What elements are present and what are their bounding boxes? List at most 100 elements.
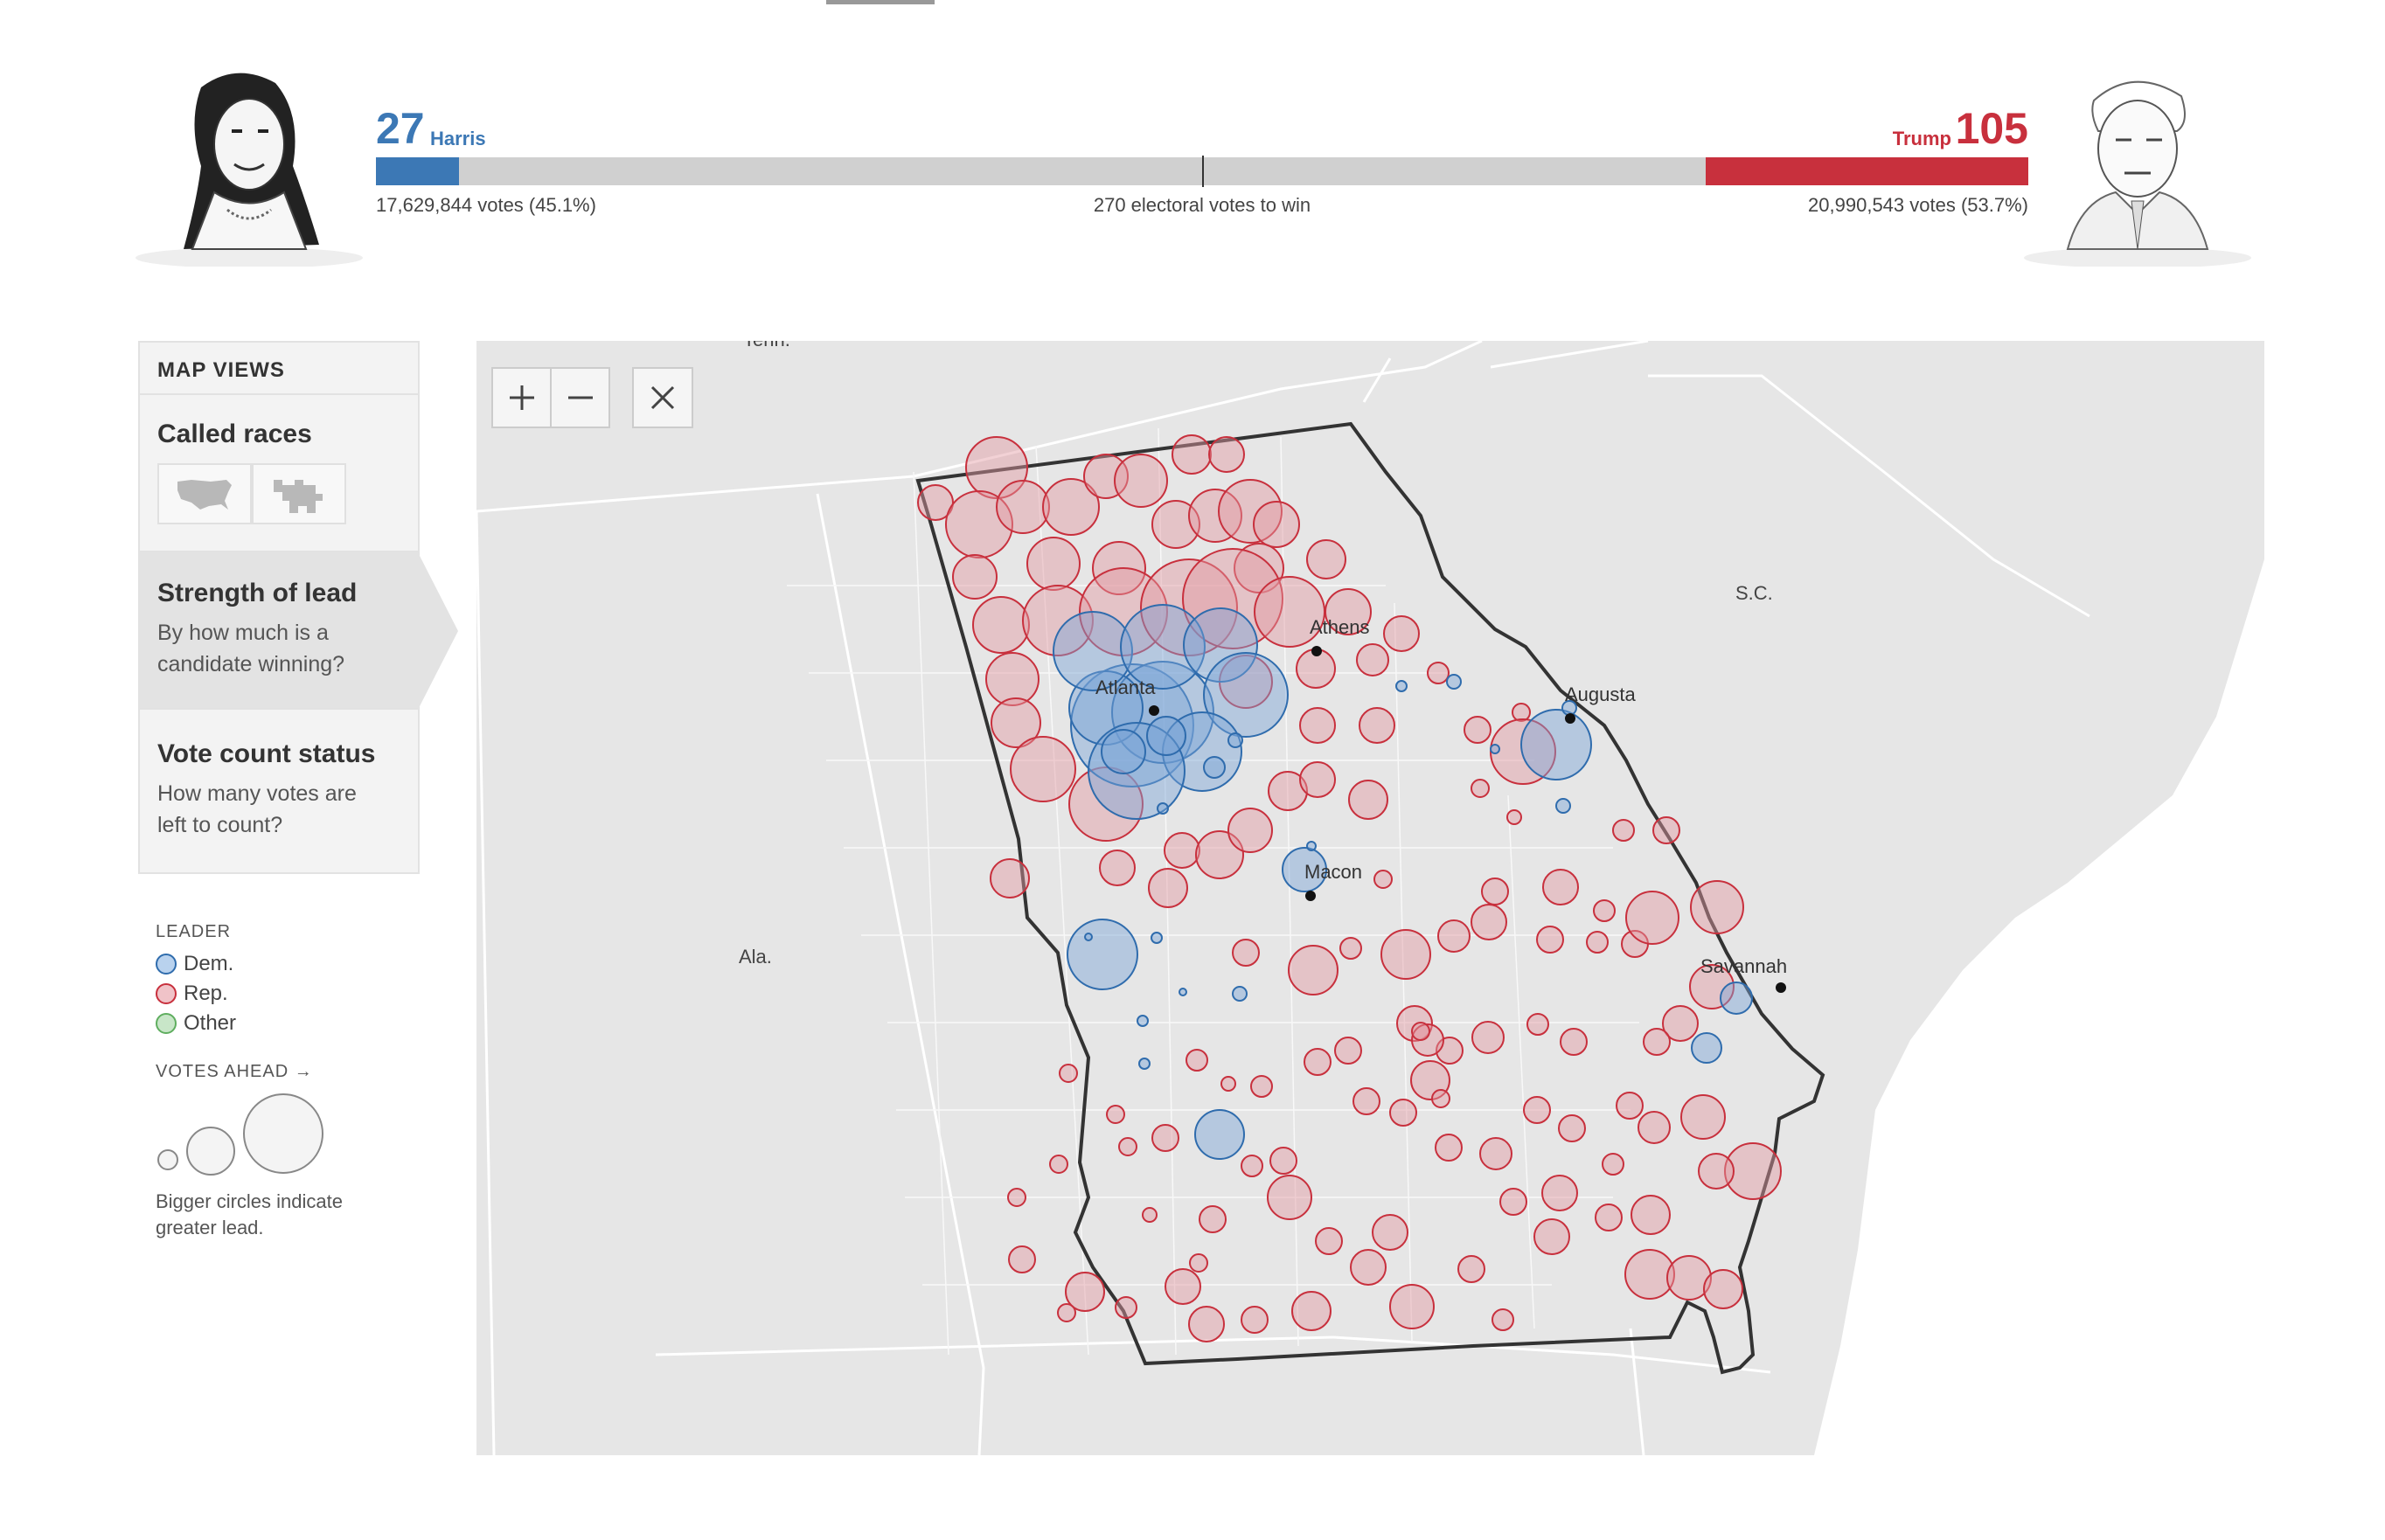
rep-lead-circle <box>985 652 1040 706</box>
dem-lead-circle <box>1101 729 1146 774</box>
rep-lead-circle <box>1010 736 1076 802</box>
legend-label: Other <box>184 1011 237 1035</box>
dem-lead-circle <box>1067 919 1138 990</box>
rep-lead-circle <box>1267 1175 1312 1220</box>
rep-lead-circle <box>1471 1021 1505 1054</box>
rep-lead-circle <box>1269 1147 1297 1175</box>
map-views-panel: MAP VIEWS Called races Strength of lead … <box>138 341 458 874</box>
rep-lead-circle <box>1389 1284 1435 1329</box>
votes-ahead-heading: VOTES AHEAD → <box>156 1062 313 1081</box>
reset-view-button[interactable] <box>632 367 693 428</box>
zoom-out-button[interactable] <box>552 369 608 427</box>
rep-lead-circle <box>1612 819 1635 842</box>
rep-lead-circle <box>1164 832 1200 869</box>
rep-lead-circle <box>1431 1089 1450 1108</box>
rep-lead-circle <box>1253 501 1300 548</box>
dem-lead-circle <box>1555 798 1571 814</box>
rep-lead-circle <box>1533 1218 1570 1255</box>
rep-lead-circle <box>1315 1227 1343 1255</box>
view-called-races[interactable]: Called races <box>140 395 418 552</box>
rep-lead-circle <box>1142 1207 1158 1223</box>
rep-lead-circle <box>1099 850 1136 886</box>
dem-lead-circle <box>1137 1015 1149 1027</box>
view-title: Strength of lead <box>157 579 358 607</box>
trump-name: Trump <box>1892 128 1951 149</box>
minus-icon <box>567 396 593 399</box>
view-vote-count-status[interactable]: Vote count status How many votes are lef… <box>140 710 418 867</box>
view-description: By how much is a candidate winning? <box>157 621 345 676</box>
rep-lead-circle <box>1457 1255 1485 1283</box>
rep-lead-circle <box>1114 454 1168 508</box>
rep-lead-circle <box>1232 939 1260 967</box>
rep-lead-circle <box>1616 1092 1644 1120</box>
legend-note: Bigger circles indicate greater lead. <box>156 1190 343 1238</box>
dem-lead-circle <box>1194 1109 1245 1160</box>
dem-lead-circle <box>1232 986 1248 1002</box>
trump-electoral-votes: 105 <box>1955 104 2028 153</box>
rep-lead-circle <box>1172 434 1212 475</box>
harris-ev-fill <box>376 157 459 185</box>
rep-lead-circle <box>1435 1134 1463 1162</box>
rep-lead-circle <box>1299 761 1336 798</box>
rep-lead-circle <box>1542 869 1579 905</box>
rep-lead-circle <box>1241 1306 1269 1334</box>
view-title: Called races <box>157 420 312 448</box>
dem-lead-circle <box>1146 716 1186 756</box>
harris-portrait <box>131 61 367 268</box>
rep-lead-circle <box>1118 1137 1137 1156</box>
rep-lead-circle <box>1652 816 1680 844</box>
rep-lead-circle <box>1541 1175 1578 1211</box>
rep-lead-circle <box>1631 1195 1671 1235</box>
map-views-heading: MAP VIEWS <box>140 343 418 395</box>
view-title: Vote count status <box>157 739 376 768</box>
rep-lead-circle <box>1586 931 1609 954</box>
georgia-map[interactable]: Athens Atlanta Augusta Macon Savannah Te… <box>475 329 2264 1456</box>
rep-lead-circle <box>1380 929 1431 980</box>
us-map-icon[interactable] <box>157 463 252 524</box>
rep-lead-circle <box>1481 878 1509 905</box>
macon-label: Macon <box>1304 861 1362 883</box>
rep-lead-circle <box>1479 1137 1512 1170</box>
plus-icon <box>509 385 534 410</box>
legend-rep: Rep. <box>156 979 435 1009</box>
legend-dem: Dem. <box>156 949 435 979</box>
dem-lead-circle <box>1490 744 1500 754</box>
cartogram-icon[interactable] <box>252 463 346 524</box>
rep-lead-circle <box>1437 919 1471 953</box>
rep-lead-circle <box>1464 716 1491 744</box>
view-description: How many votes are left to count? <box>157 781 357 837</box>
close-icon <box>650 385 675 410</box>
dem-lead-circle <box>1520 709 1592 780</box>
rep-lead-circle <box>1471 904 1507 940</box>
rep-lead-circle <box>1291 1291 1332 1331</box>
rep-lead-circle <box>1304 1048 1332 1076</box>
rep-lead-circle <box>972 596 1030 654</box>
rep-lead-circle <box>1186 1049 1208 1072</box>
legend-label: Rep. <box>184 982 228 1005</box>
macon-dot-icon <box>1305 891 1316 901</box>
rep-lead-circle <box>1026 537 1081 591</box>
rep-lead-circle <box>1698 1153 1735 1190</box>
rep-lead-circle <box>1471 779 1490 798</box>
rep-lead-circle <box>1241 1155 1263 1177</box>
rep-lead-circle <box>1199 1205 1227 1233</box>
tenn-label: Tenn. <box>743 341 790 350</box>
rep-lead-circle <box>1188 1306 1225 1342</box>
dem-lead-circle <box>1306 841 1317 851</box>
rep-lead-circle <box>952 554 998 600</box>
rep-lead-circle <box>1049 1155 1068 1174</box>
zoom-in-button[interactable] <box>493 369 552 427</box>
rep-lead-circle <box>1220 1076 1236 1092</box>
rep-lead-circle <box>1151 1124 1179 1152</box>
rep-lead-circle <box>1491 1308 1514 1331</box>
view-strength-of-lead[interactable]: Strength of lead By how much is a candid… <box>140 552 458 710</box>
rep-lead-circle <box>1536 926 1564 954</box>
legend-label: Dem. <box>184 952 234 975</box>
rep-lead-circle <box>1250 1075 1273 1098</box>
rep-swatch-icon <box>156 983 177 1004</box>
rep-lead-circle <box>1593 899 1616 922</box>
rep-lead-circle <box>1638 1111 1671 1144</box>
rep-lead-circle <box>1165 1268 1201 1305</box>
rep-lead-circle <box>1148 868 1188 908</box>
rep-lead-circle <box>1359 707 1395 744</box>
